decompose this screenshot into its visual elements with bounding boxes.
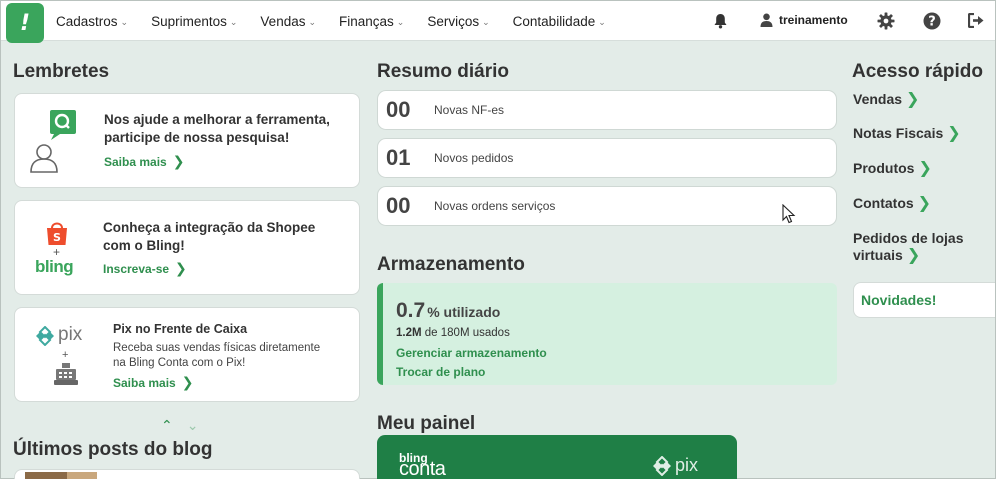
user-icon (760, 13, 773, 27)
survey-user-icon (30, 110, 76, 173)
chevron-right-icon: ❯ (175, 260, 187, 276)
reminder-card-survey-title: Nos ajude a melhorar a ferramenta, parti… (104, 112, 330, 145)
blog-post-card[interactable] (14, 469, 360, 479)
pix-logo-icon (36, 326, 54, 346)
gear-icon[interactable] (877, 12, 895, 30)
bling-logo-icon[interactable]: ! (6, 3, 44, 43)
chevron-down-icon: ⌄ (120, 16, 129, 27)
help-icon[interactable]: ? (923, 12, 941, 30)
bling-conta-logo: bling conta (399, 451, 446, 479)
chevron-down-icon: ⌄ (308, 16, 317, 27)
acesso-rapido-title: Acesso rápido (852, 61, 983, 82)
pix-logo-text: pix (58, 324, 83, 345)
plus-icon: + (62, 349, 69, 361)
chevron-down-icon[interactable]: ⌄ (187, 417, 199, 434)
saiba-mais-link[interactable]: Saiba mais ❯ (113, 374, 193, 391)
chevron-down-icon: ⌄ (229, 16, 238, 27)
bling-conta-banner[interactable]: bling conta pix (377, 435, 737, 479)
stat-count: 00 (386, 97, 411, 122)
chevron-right-icon: ❯ (906, 247, 921, 264)
stat-nfes[interactable]: 00 Novas NF-es (377, 90, 837, 130)
bell-icon[interactable] (713, 13, 728, 29)
reminder-card-shopee-title: Conheça a integração da Shopee com o Bli… (103, 220, 316, 253)
user-name: treinamento (779, 13, 848, 27)
cash-register-icon (54, 363, 78, 385)
reminder-pager: ⌃ ⌄ (161, 417, 198, 434)
saiba-mais-link[interactable]: Saiba mais ❯ (104, 153, 184, 170)
inscreva-se-link[interactable]: Inscreva-se ❯ (103, 260, 187, 277)
reminder-card-pix: pix + Pix no Frente de Caixa Receba suas… (14, 307, 360, 402)
shopee-bag-icon: S (47, 222, 67, 245)
change-plan-link[interactable]: Trocar de plano (396, 365, 485, 379)
stat-count: 00 (386, 193, 411, 218)
main-menu: Cadastros ⌄ Suprimentos ⌄ Vendas ⌄ Finanças… (56, 1, 629, 41)
svg-text:S: S (53, 231, 61, 244)
nav-suprimentos[interactable]: Suprimentos ⌄ (151, 14, 237, 29)
reminder-card-survey: Nos ajude a melhorar a ferramenta, parti… (14, 93, 360, 188)
nav-servicos[interactable]: Serviços ⌄ (427, 14, 489, 29)
top-navigation-bar: ! Cadastros ⌄ Suprimentos ⌄ Vendas ⌄ Finanç… (1, 1, 995, 43)
chevron-down-icon: ⌄ (396, 16, 405, 27)
pix-logo: pix (652, 455, 698, 476)
stat-count: 01 (386, 145, 411, 170)
quick-link-pedidos-lojas[interactable]: Pedidos de lojas virtuais ❯ (853, 230, 983, 264)
blog-title: Últimos posts do blog (13, 439, 213, 460)
pix-logo-icon (653, 455, 671, 476)
stat-label: Novas NF-es (434, 103, 505, 117)
storage-percent: 0.7% utilizado (396, 299, 501, 322)
nav-vendas[interactable]: Vendas ⌄ (260, 14, 316, 29)
stat-pedidos[interactable]: 01 Novos pedidos (377, 138, 837, 178)
quick-link-notas-fiscais[interactable]: Notas Fiscais ❯ (853, 125, 961, 142)
armazenamento-title: Armazenamento (377, 254, 525, 275)
chevron-right-icon: ❯ (947, 125, 961, 142)
quick-link-produtos[interactable]: Produtos ❯ (853, 160, 932, 177)
stat-label: Novos pedidos (434, 151, 514, 165)
painel-title: Meu painel (377, 413, 476, 434)
stat-ordens-servicos[interactable]: 00 Novas ordens serviços (377, 186, 837, 226)
chevron-down-icon: ⌄ (598, 16, 606, 27)
bling-logo-text: bling (35, 257, 74, 276)
nav-contabilidade[interactable]: Contabilidade ⌄ (513, 14, 606, 29)
chevron-right-icon: ❯ (917, 195, 932, 212)
chevron-right-icon: ❯ (906, 91, 920, 108)
nav-cadastros[interactable]: Cadastros ⌄ (56, 14, 128, 29)
reminder-card-pix-title: Pix no Frente de Caixa (113, 322, 248, 336)
chevron-right-icon: ❯ (181, 374, 194, 390)
mouse-cursor-icon (782, 204, 796, 224)
chevron-down-icon: ⌄ (482, 16, 490, 27)
lembretes-title: Lembretes (13, 61, 110, 82)
chevron-up-icon[interactable]: ⌃ (161, 417, 173, 434)
reminder-card-pix-desc: Receba suas vendas físicas diretamente n… (113, 342, 321, 369)
nav-financas[interactable]: Finanças ⌄ (339, 14, 404, 29)
resumo-title: Resumo diário (377, 61, 509, 82)
novidades-button[interactable]: Novidades! (853, 282, 995, 318)
quick-link-contatos[interactable]: Contatos ❯ (853, 195, 931, 212)
quick-link-vendas[interactable]: Vendas ❯ (853, 91, 919, 108)
blog-thumbnail-part (67, 472, 97, 479)
manage-storage-link[interactable]: Gerenciar armazenamento (396, 346, 547, 360)
chevron-right-icon: ❯ (172, 153, 185, 169)
storage-card: 0.7% utilizado 1.2M de 180M usados Geren… (377, 283, 837, 385)
svg-text:?: ? (928, 15, 936, 30)
user-menu[interactable]: treinamento (760, 13, 848, 27)
storage-usage: 1.2M de 180M usados (396, 327, 510, 339)
reminder-card-shopee: S + bling Conheça a integração da Shopee… (14, 200, 360, 295)
stat-label: Novas ordens serviços (434, 199, 556, 213)
logout-icon[interactable] (968, 13, 985, 28)
chevron-right-icon: ❯ (918, 160, 932, 177)
